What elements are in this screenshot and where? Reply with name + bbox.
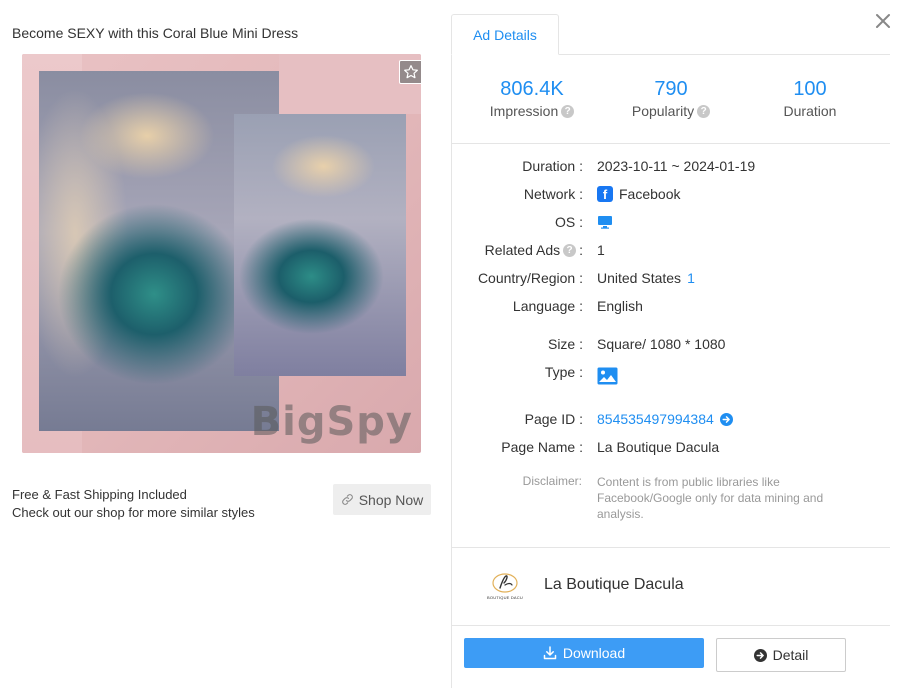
help-icon[interactable]: ?	[561, 104, 575, 118]
detail-label: Detail	[772, 647, 809, 663]
brand-logo-text: BOUTIQUE DACU	[487, 594, 523, 600]
stat-popularity-label: Popularity	[631, 103, 695, 119]
watermark: BigSpy	[250, 399, 413, 445]
ad-title: Become SEXY with this Coral Blue Mini Dr…	[12, 25, 299, 41]
duration-value: 2023-10-11 ~ 2024-01-19	[597, 158, 756, 174]
divider	[452, 547, 890, 548]
stat-popularity-value: 790	[654, 78, 688, 100]
os-value	[597, 214, 613, 230]
ad-caption: Free & Fast Shipping Included Check out …	[12, 486, 255, 522]
arrow-right-circle-icon	[753, 648, 767, 662]
related-ads-sep: :	[579, 242, 583, 258]
network-label: Network :	[523, 186, 583, 202]
detail-row-page-name: Page Name : La Boutique Dacula	[452, 439, 890, 459]
related-ads-label: Related Ads	[484, 242, 561, 258]
detail-row-country: Country/Region : United States 1	[452, 270, 890, 290]
type-label: Type :	[544, 364, 583, 380]
help-icon[interactable]: ?	[563, 243, 577, 257]
brand-logo: BOUTIQUE DACU	[484, 564, 526, 606]
page-id-link[interactable]: 854535497994384	[597, 411, 714, 427]
help-icon[interactable]: ?	[697, 104, 711, 118]
network-value-wrap: f Facebook	[597, 186, 680, 202]
caption-line-1: Free & Fast Shipping Included	[12, 487, 187, 502]
disclaimer-label: Disclaimer:	[522, 474, 582, 488]
country-count-link[interactable]: 1	[687, 270, 695, 286]
detail-row-network: Network : f Facebook	[452, 186, 890, 206]
detail-row-related-ads: Related Ads ? : 1	[452, 242, 890, 262]
ad-creative-image[interactable]: BigSpy	[22, 54, 421, 453]
page-id-value-wrap: 854535497994384	[597, 411, 733, 427]
facebook-icon: f	[597, 186, 613, 202]
language-value: English	[597, 298, 643, 314]
divider	[452, 625, 890, 626]
stat-popularity: 790 Popularity ?	[601, 78, 741, 119]
close-icon	[876, 14, 890, 28]
link-icon	[341, 494, 353, 505]
caption-line-2: Check out our shop for more similar styl…	[12, 505, 255, 520]
country-label: Country/Region :	[477, 270, 583, 286]
detail-row-type: Type :	[452, 364, 890, 385]
stat-popularity-label-wrap: Popularity ?	[601, 103, 741, 119]
detail-row-size: Size : Square/ 1080 * 1080	[452, 336, 890, 356]
detail-row-language: Language : English	[452, 298, 890, 318]
detail-row-page-id: Page ID : 854535497994384	[452, 411, 890, 431]
close-button[interactable]	[874, 12, 892, 30]
size-value: Square/ 1080 * 1080	[597, 336, 726, 352]
brand-name[interactable]: La Boutique Dacula	[544, 576, 684, 594]
arrow-right-circle-icon[interactable]	[719, 412, 733, 426]
related-ads-value: 1	[597, 242, 605, 258]
stat-impression-label: Impression	[489, 103, 559, 119]
shop-now-label: Shop Now	[358, 491, 424, 508]
stat-impression-label-wrap: Impression ?	[462, 103, 602, 119]
brand-logo-mark	[492, 572, 518, 593]
page-name-label: Page Name :	[501, 439, 583, 455]
download-button[interactable]: Download	[464, 638, 704, 668]
stat-duration-label: Duration	[783, 103, 837, 119]
size-label: Size :	[547, 336, 583, 352]
download-icon	[543, 646, 557, 660]
star-icon	[404, 65, 418, 79]
stat-duration-value: 100	[793, 78, 827, 100]
disclaimer-text: Content is from public libraries like Fa…	[597, 475, 824, 521]
country-value-wrap: United States 1	[597, 270, 695, 286]
duration-label: Duration :	[522, 158, 583, 174]
page-name-value: La Boutique Dacula	[597, 439, 720, 455]
language-label: Language :	[512, 298, 583, 314]
download-label: Download	[562, 645, 626, 661]
type-value	[597, 364, 618, 385]
os-label: OS :	[554, 214, 583, 230]
network-value: Facebook	[619, 186, 681, 202]
detail-row-duration: Duration : 2023-10-11 ~ 2024-01-19	[452, 158, 890, 178]
detail-row-os: OS :	[452, 214, 890, 234]
shop-now-button[interactable]: Shop Now	[333, 484, 431, 515]
stat-impression: 806.4K Impression ?	[462, 78, 602, 119]
country-value: United States	[597, 270, 682, 286]
related-ads-label-wrap: Related Ads ? :	[485, 242, 583, 258]
detail-button[interactable]: Detail	[716, 638, 846, 672]
divider	[452, 143, 890, 144]
stat-duration: 100 Duration	[740, 78, 880, 119]
creative-photo-right	[234, 114, 406, 376]
stat-duration-label-wrap: Duration	[740, 103, 880, 119]
monitor-icon	[598, 216, 612, 229]
image-icon	[597, 367, 618, 385]
favorite-button[interactable]	[399, 60, 421, 84]
tab-ad-details[interactable]: Ad Details	[451, 14, 559, 55]
page-id-label: Page ID :	[524, 411, 583, 427]
stat-impression-value: 806.4K	[500, 78, 564, 100]
